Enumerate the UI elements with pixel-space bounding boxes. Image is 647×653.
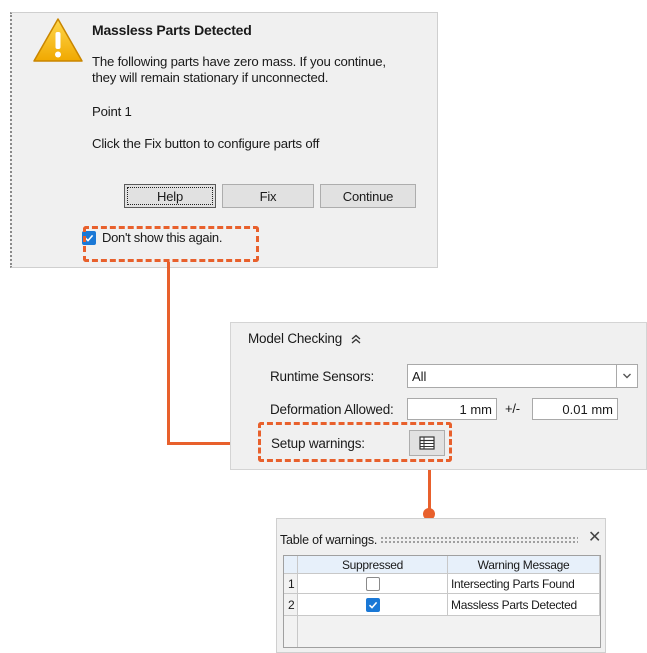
deformation-value: 1 mm [459, 401, 493, 417]
deformation-tolerance: 0.01 mm [562, 401, 613, 417]
warnings-table-title: Table of warnings. [280, 533, 378, 547]
help-button[interactable]: Help [124, 184, 216, 208]
table-row-suppressed-cell [298, 594, 448, 616]
warning-triangle-icon [33, 18, 83, 62]
highlight-setup-warnings [258, 422, 452, 462]
collapse-chevron-icon[interactable] [350, 333, 362, 345]
runtime-sensors-select[interactable]: All [407, 364, 617, 388]
table-row-message[interactable]: Intersecting Parts Found [448, 574, 600, 594]
column-header-warning-message[interactable]: Warning Message [448, 556, 600, 574]
dialog-hint: Click the Fix button to configure parts … [92, 136, 320, 151]
dialog-message-line-2: they will remain stationary if unconnect… [92, 70, 329, 85]
deformation-allowed-label: Deformation Allowed: [270, 402, 394, 417]
massless-part-name: Point 1 [92, 104, 132, 119]
model-checking-header[interactable]: Model Checking [248, 331, 362, 346]
highlight-dont-show [83, 226, 259, 262]
suppressed-checkbox[interactable] [365, 597, 380, 612]
column-header-suppressed[interactable]: Suppressed [298, 556, 448, 574]
close-icon[interactable]: ✕ [588, 527, 601, 547]
row-number: 1 [284, 574, 298, 594]
deformation-tolerance-input[interactable]: 0.01 mm [532, 398, 618, 420]
table-row-message[interactable]: Massless Parts Detected [448, 594, 600, 616]
continue-button[interactable]: Continue [320, 184, 416, 208]
dialog-message-line-1: The following parts have zero mass. If y… [92, 54, 386, 69]
table-row-suppressed-cell [298, 574, 448, 594]
row-number: 2 [284, 594, 298, 616]
chevron-down-icon [623, 373, 631, 379]
drag-handle-grip[interactable] [380, 536, 578, 545]
fix-button[interactable]: Fix [222, 184, 314, 208]
runtime-sensors-label: Runtime Sensors: [270, 369, 375, 384]
dialog-message: The following parts have zero mass. If y… [92, 54, 386, 86]
tolerance-separator: +/- [505, 401, 520, 416]
dialog-title: Massless Parts Detected [92, 22, 252, 38]
deformation-value-input[interactable]: 1 mm [407, 398, 497, 420]
check-icon [368, 601, 377, 609]
runtime-sensors-dropdown-button[interactable] [616, 364, 638, 388]
table-empty-rownum-area [284, 616, 298, 647]
connector-line-vertical [167, 262, 170, 444]
runtime-sensors-value: All [412, 368, 427, 384]
model-checking-title: Model Checking [248, 331, 343, 346]
suppressed-checkbox[interactable] [365, 576, 380, 591]
table-corner-cell [284, 556, 298, 574]
